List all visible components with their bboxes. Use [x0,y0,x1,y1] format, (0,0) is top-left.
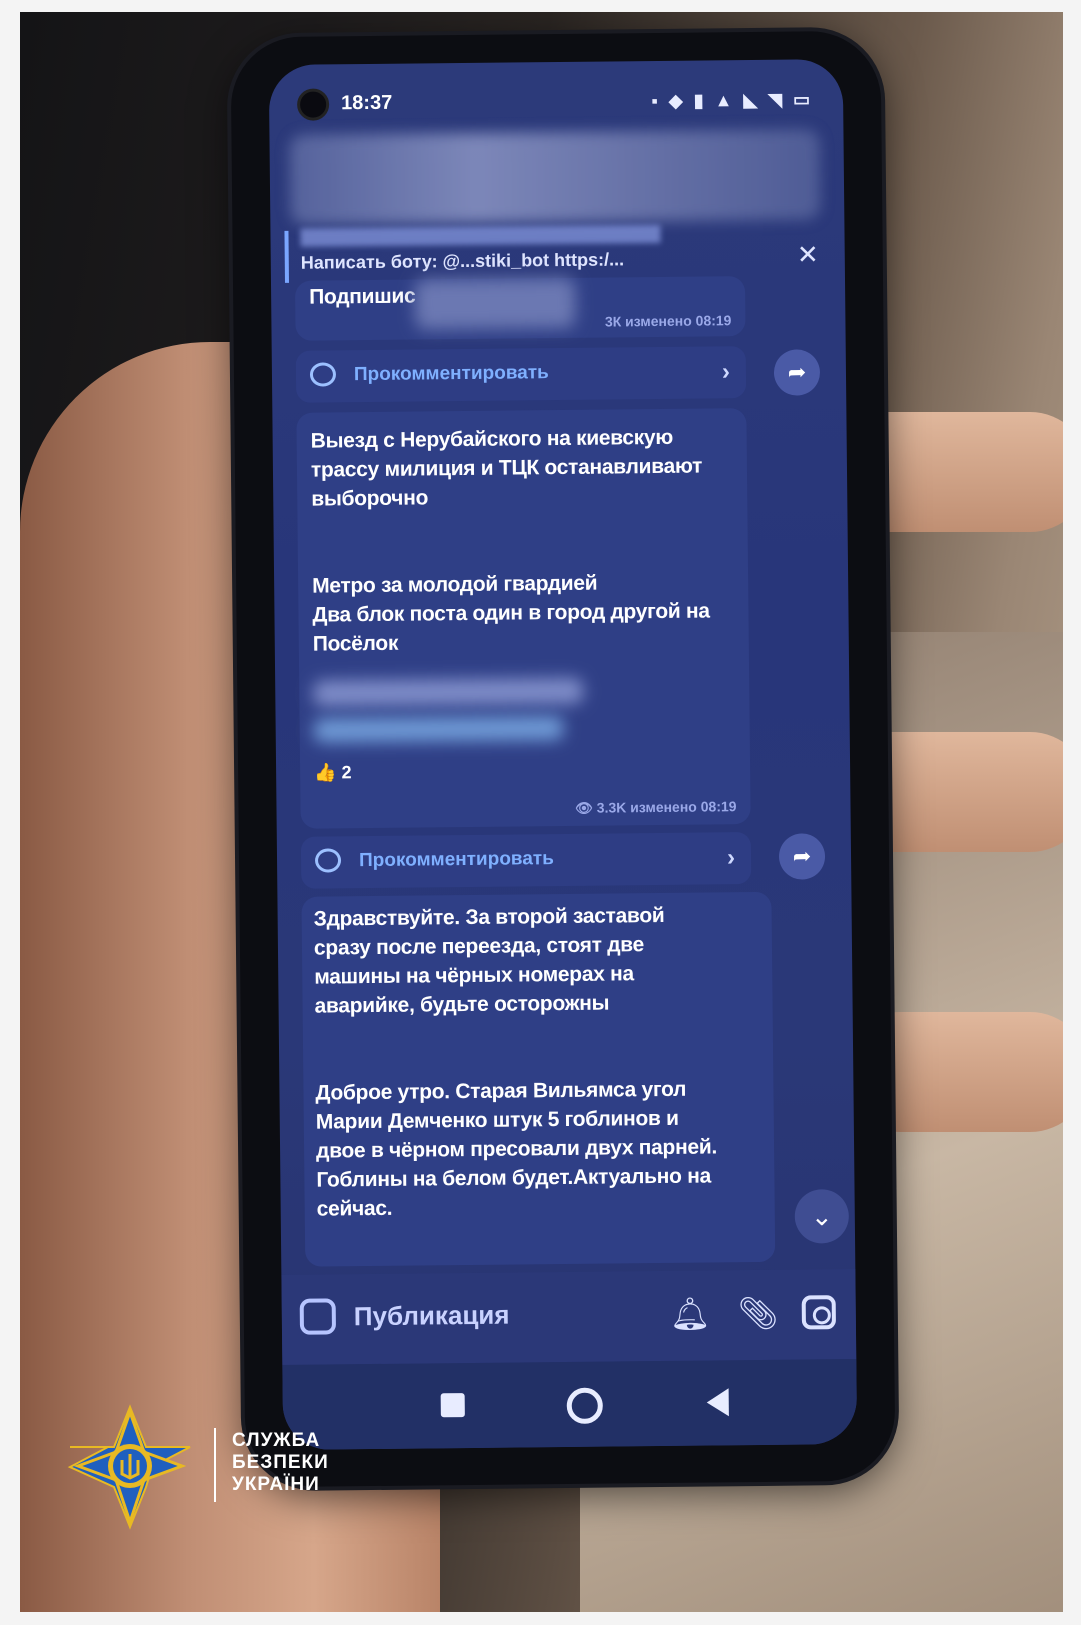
smartphone: 18:37 ▪ ◆ ▮ ▲ ◣ ◥ ▭ Написать боту: @...s… [230,30,896,1488]
post-text-line [312,538,710,571]
post-bubble: Выезд с Нерубайского на киевскую трассу … [296,408,751,829]
front-camera [296,88,330,121]
camera-icon[interactable] [801,1295,836,1330]
post-text-line: аварийке, будьте осторожны [314,991,610,1018]
post-text: Выезд с Нерубайского на киевскую трассу … [311,422,711,658]
pinned-text: Написать боту: @...stiki_bot https:/... [300,249,625,273]
scroll-down-button[interactable]: ⌄ [794,1189,850,1244]
message-input[interactable]: Публикация [354,1300,510,1333]
back-icon[interactable] [706,1388,729,1417]
reaction-like[interactable]: 👍 2 [314,762,352,783]
pinned-indicator [284,230,289,283]
channel-header-blurred[interactable] [289,129,821,225]
post-text-line [311,509,709,542]
comment-button[interactable]: Прокомментировать › [300,832,752,889]
phone-screen: 18:37 ▪ ◆ ▮ ▲ ◣ ◥ ▭ Написать боту: @...s… [268,59,858,1450]
bell-icon[interactable]: 🔔︎ [670,1294,711,1332]
share-icon[interactable]: ➦ [778,833,826,880]
post-text-line [315,1045,716,1078]
watermark-line: СЛУЖБА [232,1430,321,1451]
chevron-right-icon: › [726,844,736,872]
android-nav-bar [282,1358,858,1450]
home-icon[interactable] [566,1387,603,1424]
status-bar: 18:37 ▪ ◆ ▮ ▲ ◣ ◥ ▭ [269,59,844,123]
comment-button[interactable]: Прокомментировать › [295,346,747,403]
status-time: 18:37 [341,91,393,115]
comment-label: Прокомментировать [353,362,549,386]
post-text-line [315,1016,716,1049]
post-text-line: Гоблины на белом будет.Актуально на [316,1164,712,1192]
post-text-line: трассу милиция и ТЦК останавливают [310,454,703,482]
photo-frame: 18:37 ▪ ◆ ▮ ▲ ◣ ◥ ▭ Написать боту: @...s… [20,12,1063,1612]
post-text-line: Метро за молодой гвардией [312,571,598,598]
watermark-text: СЛУЖБА БЕЗПЕКИ УКРАЇНИ [232,1430,329,1496]
redacted-text [414,277,576,330]
input-bar: Публикация 🔔︎ 📎︎ [281,1268,857,1365]
watermark-line: БЕЗПЕКИ [232,1452,329,1473]
post-text: Здравствуйте. За второй заставой сразу п… [314,900,718,1223]
comment-icon [314,848,342,873]
post-text-line: Доброе утро. Старая Вильямса угол [315,1077,687,1105]
chevron-right-icon: › [721,358,731,386]
post-bubble: Подпишис 3К изменено 08:19 [294,276,746,341]
attach-icon[interactable]: 📎︎ [738,1294,779,1332]
post-text-line: сразу после переезда, стоят две [313,933,645,960]
redacted-link [313,715,564,743]
watermark-line: УКРАЇНИ [232,1474,320,1495]
post-meta: 3К изменено 08:19 [604,312,732,330]
emoji-icon[interactable] [299,1298,337,1335]
post-text-line: Подпишис [309,284,416,309]
watermark-divider [214,1428,216,1502]
redacted-text [313,677,584,707]
pinned-title-blurred [300,224,661,247]
post-meta: 👁 3.3K изменено 08:19 [574,798,737,816]
pinned-message[interactable]: Написать боту: @...stiki_bot https:/... … [270,219,845,287]
post-text-line: Посёлок [312,631,399,656]
close-icon[interactable]: ✕ [797,239,819,270]
sbu-watermark: СЛУЖБА БЕЗПЕКИ УКРАЇНИ [60,1402,360,1532]
post-bubble: Здравствуйте. За второй заставой сразу п… [301,891,776,1267]
comment-icon [309,362,337,387]
post-text-line: Здравствуйте. За второй заставой [313,903,665,931]
post-text-line: выборочно [311,486,429,511]
post-text-line: двое в чёрном пресовали двух парней. [315,1135,718,1163]
post-text-line: Два блок поста один в город другой на [312,599,710,627]
post-text-line: Выезд с Нерубайского на киевскую [310,425,674,453]
recent-apps-icon[interactable] [440,1393,465,1418]
post-text-line: сейчас. [316,1196,393,1221]
sbu-emblem [67,1404,191,1530]
post-text-line: машины на чёрных номерах на [314,962,634,989]
post-text-line: Марии Демченко штук 5 гоблинов и [315,1106,679,1134]
comment-label: Прокомментировать [358,848,554,872]
share-icon[interactable]: ➦ [773,349,821,396]
status-icons: ▪ ◆ ▮ ▲ ◣ ◥ ▭ [651,89,814,112]
